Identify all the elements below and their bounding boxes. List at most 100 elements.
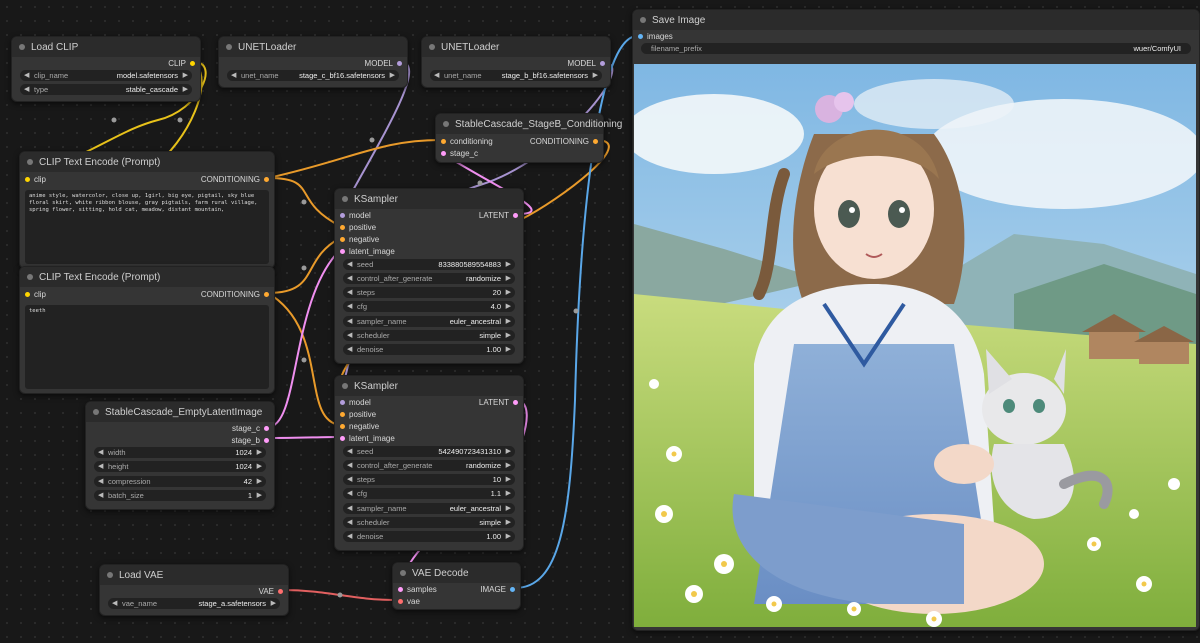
latent-image-input-socket-icon[interactable]: [340, 248, 345, 254]
unet-name-widget[interactable]: ◀ unet_name stage_b_bf16.safetensors ▶: [430, 70, 602, 81]
negative-input[interactable]: negative: [340, 422, 379, 431]
collapse-dot-icon[interactable]: [443, 121, 449, 127]
collapse-dot-icon[interactable]: [19, 44, 25, 50]
negative-input[interactable]: negative: [340, 235, 379, 244]
negative-input-socket-icon[interactable]: [340, 423, 345, 429]
increment-arrow-icon[interactable]: ▶: [257, 477, 262, 485]
increment-arrow-icon[interactable]: ▶: [257, 462, 262, 470]
clip-text-encode-positive-node[interactable]: CLIP Text Encode (Prompt) clip CONDITION…: [19, 151, 275, 269]
clip-name-widget[interactable]: ◀ clip_name model.safetensors ▶: [20, 70, 192, 81]
conditioning-output-socket-icon[interactable]: [593, 138, 598, 144]
decrement-arrow-icon[interactable]: ◀: [347, 447, 352, 455]
collapse-dot-icon[interactable]: [107, 572, 113, 578]
vae-output[interactable]: VAE: [259, 587, 283, 596]
decrement-arrow-icon[interactable]: ◀: [347, 274, 352, 282]
save-image-node[interactable]: Save Image images filename_prefix wuer/Co…: [632, 9, 1200, 631]
node-header[interactable]: StableCascade_StageB_Conditioning: [436, 114, 622, 134]
increment-arrow-icon[interactable]: ▶: [506, 260, 511, 268]
decrement-arrow-icon[interactable]: ◀: [347, 518, 352, 526]
model-output-socket-icon[interactable]: [397, 60, 402, 66]
node-header[interactable]: CLIP Text Encode (Prompt): [20, 267, 274, 287]
clip-input-socket-icon[interactable]: [25, 291, 30, 297]
latent-output-socket-icon[interactable]: [513, 212, 518, 218]
positive-input-socket-icon[interactable]: [340, 411, 345, 417]
node-header[interactable]: CLIP Text Encode (Prompt): [20, 152, 274, 172]
control-after-generate-widget[interactable]: ◀ control_after_generate randomize ▶: [343, 460, 515, 471]
collapse-dot-icon[interactable]: [342, 196, 348, 202]
stage-b-output[interactable]: stage_b: [232, 436, 269, 445]
denoise-widget[interactable]: ◀ denoise 1.00 ▶: [343, 344, 515, 355]
decrement-arrow-icon[interactable]: ◀: [98, 462, 103, 470]
increment-arrow-icon[interactable]: ▶: [506, 532, 511, 540]
images-input[interactable]: images: [638, 32, 673, 41]
increment-arrow-icon[interactable]: ▶: [506, 331, 511, 339]
unet-loader-c-node[interactable]: UNETLoader MODEL ◀ unet_name stage_c_bf16.…: [218, 36, 408, 88]
scheduler-widget[interactable]: ◀ scheduler simple ▶: [343, 330, 515, 341]
conditioning-output[interactable]: CONDITIONING: [201, 290, 269, 299]
node-header[interactable]: VAE Decode: [393, 563, 520, 583]
clip-input-socket-icon[interactable]: [25, 176, 30, 182]
model-input[interactable]: model: [340, 398, 371, 407]
batch-size-widget[interactable]: ◀ batch_size 1 ▶: [94, 490, 266, 501]
decrement-arrow-icon[interactable]: ◀: [347, 288, 352, 296]
node-header[interactable]: StableCascade_EmptyLatentImage: [86, 402, 274, 422]
node-header[interactable]: UNETLoader: [422, 37, 610, 57]
stage-c-input[interactable]: stage_c: [441, 149, 478, 158]
clip-output[interactable]: CLIP: [168, 59, 195, 68]
decrement-arrow-icon[interactable]: ◀: [347, 302, 352, 310]
increment-arrow-icon[interactable]: ▶: [506, 302, 511, 310]
positive-input[interactable]: positive: [340, 223, 376, 232]
clip-text-encode-negative-node[interactable]: CLIP Text Encode (Prompt) clip CONDITION…: [19, 266, 275, 394]
increment-arrow-icon[interactable]: ▶: [506, 475, 511, 483]
decrement-arrow-icon[interactable]: ◀: [347, 532, 352, 540]
latent-output[interactable]: LATENT: [479, 211, 518, 220]
decrement-arrow-icon[interactable]: ◀: [231, 71, 236, 79]
decrement-arrow-icon[interactable]: ◀: [347, 345, 352, 353]
denoise-widget[interactable]: ◀ denoise 1.00 ▶: [343, 531, 515, 542]
increment-arrow-icon[interactable]: ▶: [506, 345, 511, 353]
control-after-generate-widget[interactable]: ◀ control_after_generate randomize ▶: [343, 273, 515, 284]
type-widget[interactable]: ◀ type stable_cascade ▶: [20, 84, 192, 95]
conditioning-output[interactable]: CONDITIONING: [201, 175, 269, 184]
negative-input-socket-icon[interactable]: [340, 236, 345, 242]
conditioning-input-socket-icon[interactable]: [441, 138, 446, 144]
decrement-arrow-icon[interactable]: ◀: [347, 260, 352, 268]
ksampler-1-node[interactable]: KSampler model positive negative latent_…: [334, 188, 524, 364]
steps-widget[interactable]: ◀ steps 20 ▶: [343, 287, 515, 298]
decrement-arrow-icon[interactable]: ◀: [24, 85, 29, 93]
unet-name-widget[interactable]: ◀ unet_name stage_c_bf16.safetensors ▶: [227, 70, 399, 81]
decrement-arrow-icon[interactable]: ◀: [98, 448, 103, 456]
samples-input-socket-icon[interactable]: [398, 586, 403, 592]
height-widget[interactable]: ◀ height 1024 ▶: [94, 461, 266, 472]
conditioning-input[interactable]: conditioning: [441, 137, 493, 146]
prompt-textarea[interactable]: teeth: [25, 305, 269, 389]
filename-prefix-widget[interactable]: filename_prefix wuer/ComfyUI: [641, 43, 1191, 54]
decrement-arrow-icon[interactable]: ◀: [347, 504, 352, 512]
decrement-arrow-icon[interactable]: ◀: [24, 71, 29, 79]
generated-image-preview[interactable]: [634, 64, 1196, 627]
increment-arrow-icon[interactable]: ▶: [183, 71, 188, 79]
node-header[interactable]: KSampler: [335, 189, 523, 209]
stage-b-output-socket-icon[interactable]: [264, 437, 269, 443]
conditioning-output[interactable]: CONDITIONING: [530, 137, 598, 146]
samples-input[interactable]: samples: [398, 585, 437, 594]
stage-c-input-socket-icon[interactable]: [441, 150, 446, 156]
decrement-arrow-icon[interactable]: ◀: [112, 599, 117, 607]
decrement-arrow-icon[interactable]: ◀: [347, 331, 352, 339]
vae-input-socket-icon[interactable]: [398, 598, 403, 604]
vae-decode-node[interactable]: VAE Decode samples vae IMAGE: [392, 562, 521, 610]
model-input-socket-icon[interactable]: [340, 399, 345, 405]
ksampler-2-node[interactable]: KSampler model positive negative latent_…: [334, 375, 524, 551]
latent-image-input[interactable]: latent_image: [340, 247, 395, 256]
stage-c-output[interactable]: stage_c: [232, 424, 269, 433]
cfg-widget[interactable]: ◀ cfg 1.1 ▶: [343, 488, 515, 499]
increment-arrow-icon[interactable]: ▶: [271, 599, 276, 607]
clip-input[interactable]: clip: [25, 175, 46, 184]
model-output[interactable]: MODEL: [365, 59, 402, 68]
model-output-socket-icon[interactable]: [600, 60, 605, 66]
increment-arrow-icon[interactable]: ▶: [183, 85, 188, 93]
increment-arrow-icon[interactable]: ▶: [593, 71, 598, 79]
clip-input[interactable]: clip: [25, 290, 46, 299]
conditioning-output-socket-icon[interactable]: [264, 291, 269, 297]
decrement-arrow-icon[interactable]: ◀: [347, 461, 352, 469]
